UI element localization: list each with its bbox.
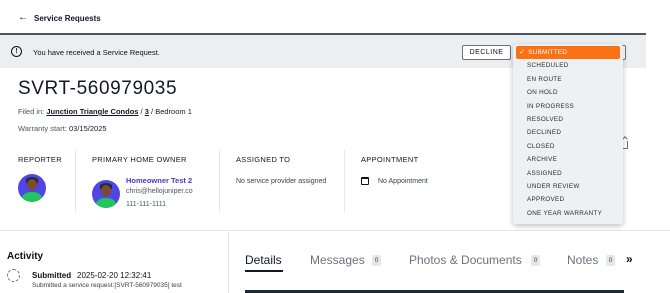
tab-notes[interactable]: Notes: [567, 253, 598, 267]
divider: [344, 150, 345, 212]
separator: /: [151, 107, 154, 116]
status-option-resolved[interactable]: RESOLVED: [513, 113, 623, 126]
tab-messages[interactable]: Messages: [310, 253, 365, 267]
warranty-date: 03/15/2025: [69, 124, 107, 133]
status-option-one-year-warranty[interactable]: ONE YEAR WARRANTY: [513, 207, 623, 220]
activity-title: Activity: [7, 251, 44, 262]
status-option-approved[interactable]: APPROVED: [513, 193, 623, 206]
status-option-label: SUBMITTED: [528, 49, 568, 56]
activity-status: Submitted: [32, 271, 72, 280]
divider: [75, 150, 76, 212]
status-option-in-progress[interactable]: IN PROGRESS: [513, 100, 623, 113]
photos-count-badge: 0: [531, 255, 540, 266]
info-icon: !: [11, 46, 22, 57]
status-option-archive[interactable]: ARCHIVE: [513, 153, 623, 166]
status-option-closed[interactable]: CLOSED: [513, 140, 623, 153]
status-option-assigned[interactable]: ASSIGNED: [513, 167, 623, 180]
pending-icon: [7, 269, 20, 282]
warranty-start: Warranty start: 03/15/2025: [18, 124, 107, 133]
assigned-value: No service provider assigned: [236, 178, 327, 185]
reporter-label: REPORTER: [18, 155, 62, 164]
owner-name[interactable]: Homeowner Test 2: [126, 176, 192, 185]
assigned-label: ASSIGNED TO: [236, 155, 291, 164]
notice-message: You have received a Service Request.: [33, 48, 160, 57]
active-tab-indicator: [245, 270, 283, 272]
divider: [219, 150, 220, 212]
decline-button[interactable]: DECLINE: [462, 45, 511, 60]
tab-details[interactable]: Details: [245, 253, 282, 267]
owner-label: PRIMARY HOME OWNER: [92, 155, 187, 164]
back-link-label: Service Requests: [34, 13, 101, 23]
filed-in-label: Filed in:: [18, 107, 45, 116]
tab-scroll-right-icon[interactable]: »: [626, 252, 633, 266]
status-option-under-review[interactable]: UNDER REVIEW: [513, 180, 623, 193]
unit-link[interactable]: 3: [145, 107, 149, 116]
community-link[interactable]: Junction Triangle Condos: [46, 107, 138, 116]
status-option-submitted[interactable]: ✓ SUBMITTED: [516, 46, 620, 60]
status-option-declined[interactable]: DECLINED: [513, 126, 623, 139]
activity-description: Submitted a service request:[SVRT-560979…: [32, 282, 182, 289]
owner-email: chris@hellojuniper.co: [126, 188, 193, 195]
owner-phone: 111-111-1111: [126, 201, 166, 208]
activity-time: 2025-02-20 12:32:41: [77, 271, 152, 280]
filed-in: Filed in: Junction Triangle Condos / 3 /…: [18, 107, 192, 116]
tab-photos-documents[interactable]: Photos & Documents: [409, 253, 522, 267]
separator: /: [140, 107, 143, 116]
status-option-en-route[interactable]: EN ROUTE: [513, 73, 623, 86]
warranty-label: Warranty start:: [18, 124, 67, 133]
owner-avatar: [92, 180, 120, 208]
room-label: Bedroom 1: [155, 107, 192, 116]
status-option-scheduled[interactable]: SCHEDULED: [513, 59, 623, 72]
appointment-value: No Appointment: [378, 178, 428, 185]
calendar-icon: [361, 177, 369, 185]
reporter-avatar: [18, 174, 46, 202]
page-title: SVRT-560979035: [18, 78, 178, 99]
status-option-on-hold[interactable]: ON HOLD: [513, 86, 623, 99]
messages-count-badge: 0: [372, 255, 381, 266]
notes-count-badge: 0: [606, 255, 615, 266]
check-icon: ✓: [519, 49, 526, 56]
appointment-label: APPOINTMENT: [361, 155, 419, 164]
arrow-left-icon: ←: [18, 12, 28, 23]
status-dropdown-menu: ✓ SUBMITTED SCHEDULED EN ROUTE ON HOLD IN…: [513, 44, 623, 224]
back-link[interactable]: ← Service Requests: [18, 13, 101, 23]
